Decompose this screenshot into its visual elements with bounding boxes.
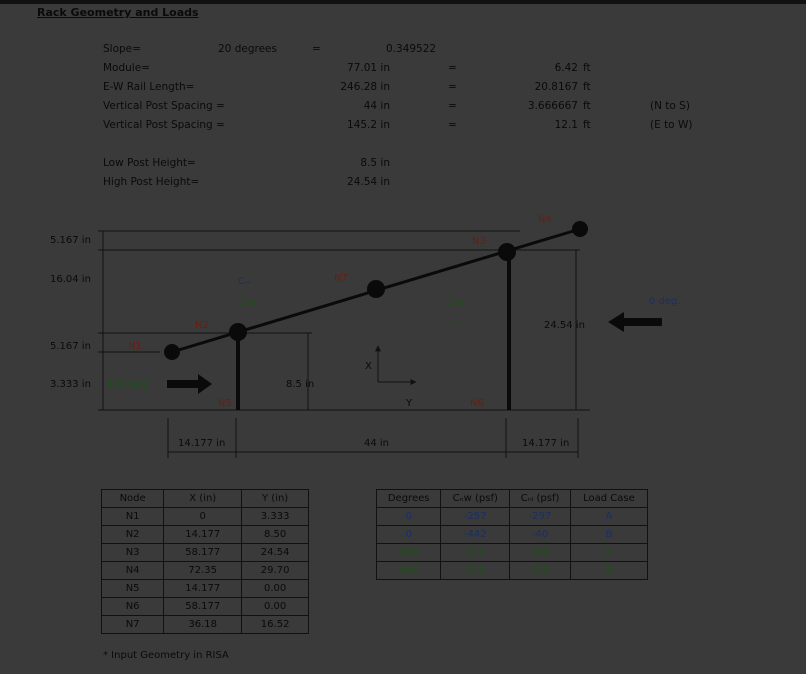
wind-label-right: 0 deg. [649,296,681,307]
node-label: N5 [218,398,232,409]
wind-arrow-right [167,374,212,394]
table-cell: 14.177 [163,525,243,544]
table-cell: 58.177 [163,597,243,616]
table-cell: 3.333 [241,507,309,526]
footnote: * Input Geometry in RISA [103,650,229,661]
dim-label: 3.333 in [50,379,91,390]
table-row: 0 -257 -297 A [375,507,649,526]
table-cell: 0.00 [241,579,309,598]
table-cell: 132 [509,561,571,580]
table-cell: N7 [100,615,165,634]
table-row: N3 58.177 24.54 [100,543,309,562]
table-cell: 180 [375,543,442,562]
node-label: N4 [538,214,552,225]
table-header: Cₙw (psf) [440,489,511,508]
node-label: N6 [470,398,484,409]
coef-label: Cₙₗ [446,318,459,329]
dim-label-low-post: 8.5 in [286,379,315,390]
table-cell: N1 [100,507,165,526]
table-cell: -257 [440,507,511,526]
load-table: Degrees Cₙw (psf) Cₙₗ (psf) Load Case 0-… [375,489,649,580]
table-header: Degrees [375,489,442,508]
dim-label-high-post: 24.54 in [544,320,585,331]
table-cell: -297 [509,507,571,526]
node-label: N3 [472,236,486,247]
table-header: Node [100,489,165,508]
table-cell: 0.00 [241,597,309,616]
coef-label: Cₙₗ [238,276,251,287]
table-row: 180 310 343 A [375,543,649,562]
table-cell: N2 [100,525,165,544]
table-cell: 58.177 [163,543,243,562]
table-cell: 0 [375,525,442,544]
table-cell: 343 [509,543,571,562]
table-row: N1 0 3.333 [100,507,309,526]
table-row: 0 -442 -40 B [375,525,649,544]
table-cell: 36.18 [163,615,243,634]
table-cell: 180 [375,561,442,580]
table-header-row: Degrees Cₙw (psf) Cₙₗ (psf) Load Case [375,489,649,508]
table-cell: 16.52 [241,615,309,634]
table-header: Cₙₗ (psf) [509,489,571,508]
table-row: N7 36.18 16.52 [100,615,309,634]
dim-label-bottom: 44 in [364,438,390,449]
table-header: Load Case [569,489,649,508]
node-n1 [164,344,180,360]
dim-label: 5.167 in [50,235,91,246]
table-cell: 72.35 [163,561,243,580]
coef-label: Cₙw [446,297,466,308]
table-row: N6 58.177 0.00 [100,597,309,616]
table-cell: 0 [375,507,442,526]
table-header-row: Node X (in) Y (in) [100,489,309,508]
table-row: N2 14.177 8.50 [100,525,309,544]
table-cell: B [569,561,649,580]
axis-y-label: Y [406,398,413,409]
node-n2 [229,323,247,341]
node-n3 [498,243,516,261]
axis-x-label: X [365,361,372,372]
dim-label-bottom: 14.177 in [522,438,570,449]
wind-label-left: 180 deg. [107,379,152,390]
dim-label: 5.167 in [50,341,91,352]
wind-arrow-left [608,312,662,332]
table-cell: 14.177 [163,579,243,598]
node-table: Node X (in) Y (in) N1 0 3.333 N2 14.177 8.50… [100,489,309,634]
sheet: Rack Geometry and Loads Slope= 20 degree… [0,0,806,674]
table-header: X (in) [163,489,243,508]
table-cell: -40 [509,525,571,544]
table-cell: A [569,543,649,562]
table-cell: -442 [440,525,511,544]
dim-label-bottom: 14.177 in [178,438,226,449]
table-row: 180 409 132 B [375,561,649,580]
table-cell: 29.70 [241,561,309,580]
node-label: N2 [195,320,209,331]
table-cell: 0 [163,507,243,526]
dim-label: 16.04 in [50,274,91,285]
table-cell: 409 [440,561,511,580]
table-cell: N5 [100,579,165,598]
table-cell: N3 [100,543,165,562]
table-cell: 310 [440,543,511,562]
table-cell: 24.54 [241,543,309,562]
node-label: N7 [334,273,348,284]
table-cell: N6 [100,597,165,616]
node-n7 [367,280,385,298]
coef-label: Cₙw [238,297,258,308]
table-cell: 8.50 [241,525,309,544]
table-cell: A [569,507,649,526]
table-cell: B [569,525,649,544]
table-row: N4 72.35 29.70 [100,561,309,580]
node-label: N1 [128,341,142,352]
table-row: N5 14.177 0.00 [100,579,309,598]
node-n4 [572,221,588,237]
table-header: Y (in) [241,489,309,508]
table-cell: N4 [100,561,165,580]
